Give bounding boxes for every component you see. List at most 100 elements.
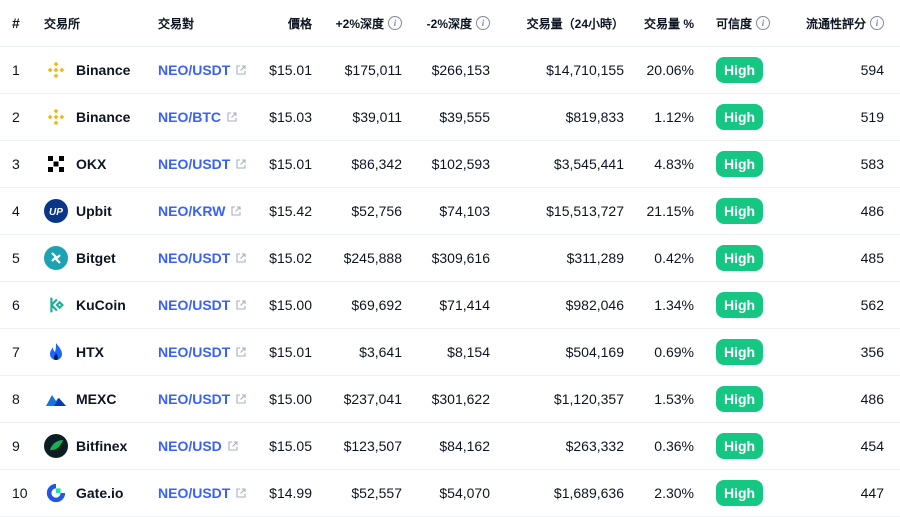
table-row[interactable]: 7 HTX NEO/USDT $15.01 $3,641 $8,154 $504…: [0, 329, 900, 376]
depth-down: $54,070: [439, 485, 490, 501]
table-row[interactable]: 5 Bitget NEO/USDT $15.02 $245,888 $309,6…: [0, 235, 900, 282]
exchange-link[interactable]: OKX: [44, 141, 154, 187]
exchange-link[interactable]: UP Upbit: [44, 188, 154, 234]
exchange-name: Upbit: [76, 203, 112, 219]
confidence: High: [716, 282, 786, 328]
rank: 9: [12, 438, 20, 454]
binance-logo-icon: [44, 105, 68, 129]
table-row[interactable]: 3 OKX NEO/USDT $15.01 $86,342 $102,593 $…: [0, 141, 900, 188]
exchange-link[interactable]: Binance: [44, 94, 154, 140]
info-icon[interactable]: i: [476, 16, 490, 30]
info-icon[interactable]: i: [388, 16, 402, 30]
liquidity-score: 454: [860, 438, 884, 454]
depth-up: $123,507: [343, 438, 402, 454]
pair-link[interactable]: NEO/BTC: [158, 94, 258, 140]
external-link-icon: [225, 206, 241, 216]
header-volume[interactable]: 交易量（24小時）: [498, 0, 624, 46]
volume: $311,289: [566, 250, 624, 266]
liquidity-score: 447: [860, 485, 884, 501]
rank: 2: [12, 109, 20, 125]
confidence-badge: High: [716, 57, 764, 83]
pair-link[interactable]: NEO/USDT: [158, 376, 258, 422]
volume-pct: 4.83%: [654, 156, 694, 172]
bitget-logo-icon: [44, 246, 68, 270]
header-price[interactable]: 價格: [260, 0, 312, 46]
depth-down: $266,153: [431, 62, 490, 78]
table-row[interactable]: 4 UP Upbit NEO/KRW $15.42 $52,756 $74,10…: [0, 188, 900, 235]
external-link-icon: [230, 65, 246, 75]
depth-down: $102,593: [431, 156, 490, 172]
depth-down: $84,162: [439, 438, 490, 454]
price: $15.00: [269, 297, 312, 313]
pair-link[interactable]: NEO/USDT: [158, 470, 258, 516]
volume-pct: 1.53%: [654, 391, 694, 407]
depth-up: $237,041: [343, 391, 402, 407]
confidence-badge: High: [716, 292, 764, 318]
exchange-link[interactable]: KuCoin: [44, 282, 154, 328]
exchange-name: HTX: [76, 344, 104, 360]
exchange-link[interactable]: Gate.io: [44, 470, 154, 516]
table-row[interactable]: 10 Gate.io NEO/USDT $14.99 $52,557 $54,0…: [0, 470, 900, 517]
exchange-link[interactable]: MEXC: [44, 376, 154, 422]
confidence-badge: High: [716, 386, 764, 412]
depth-up: $39,011: [352, 109, 402, 125]
pair-link[interactable]: NEO/USDT: [158, 141, 258, 187]
table-row[interactable]: 8 MEXC NEO/USDT $15.00 $237,041 $301,622…: [0, 376, 900, 423]
price: $15.00: [269, 391, 312, 407]
pair-link[interactable]: NEO/USDT: [158, 47, 258, 93]
pair-label: NEO/USDT: [158, 62, 231, 78]
exchange-name: KuCoin: [76, 297, 126, 313]
volume: $1,689,636: [553, 485, 624, 501]
header-confidence[interactable]: 可信度 i: [716, 0, 786, 46]
price: $15.03: [269, 109, 312, 125]
pair-label: NEO/USDT: [158, 344, 231, 360]
header-pair[interactable]: 交易對: [158, 0, 258, 46]
volume: $15,513,727: [546, 203, 624, 219]
price: $15.02: [269, 250, 312, 266]
table-row[interactable]: 1 Binance NEO/USDT $15.01 $175,011 $266,…: [0, 47, 900, 94]
confidence-badge: High: [716, 151, 764, 177]
pair-link[interactable]: NEO/USDT: [158, 235, 258, 281]
header-exchange[interactable]: 交易所: [44, 0, 154, 46]
info-icon[interactable]: i: [756, 16, 771, 30]
table-row[interactable]: 6 KuCoin NEO/USDT $15.00 $69,692 $71,414…: [0, 282, 900, 329]
volume-pct: 2.30%: [654, 485, 694, 501]
confidence: High: [716, 47, 786, 93]
header-depth-down[interactable]: -2%深度 i: [406, 0, 490, 46]
volume: $504,169: [565, 344, 624, 360]
external-link-icon: [230, 300, 246, 310]
confidence: High: [716, 188, 786, 234]
exchange-link[interactable]: Binance: [44, 47, 154, 93]
pair-link[interactable]: NEO/USDT: [158, 329, 258, 375]
gateio-logo-icon: [44, 481, 68, 505]
header-liquidity-label: 流通性評分: [805, 16, 866, 31]
external-link-icon: [222, 441, 238, 451]
exchange-link[interactable]: Bitget: [44, 235, 154, 281]
htx-logo-icon: [44, 340, 68, 364]
confidence-badge: High: [716, 339, 764, 365]
pair-link[interactable]: NEO/KRW: [158, 188, 258, 234]
exchange-link[interactable]: Bitfinex: [44, 423, 154, 469]
header-depth-up[interactable]: +2%深度 i: [318, 0, 402, 46]
table-row[interactable]: 2 Binance NEO/BTC $15.03 $39,011 $39,555…: [0, 94, 900, 141]
pair-link[interactable]: NEO/USDT: [158, 282, 258, 328]
info-icon[interactable]: i: [870, 16, 884, 30]
external-link-icon: [230, 347, 246, 357]
depth-up: $3,641: [359, 344, 402, 360]
volume-pct: 0.42%: [654, 250, 694, 266]
confidence-badge: High: [716, 104, 764, 130]
pair-label: NEO/USDT: [158, 156, 231, 172]
exchange-link[interactable]: HTX: [44, 329, 154, 375]
confidence: High: [716, 423, 786, 469]
mexc-logo-icon: [44, 387, 68, 411]
table-row[interactable]: 9 Bitfinex NEO/USD $15.05 $123,507 $84,1…: [0, 423, 900, 470]
volume-pct: 21.15%: [646, 203, 694, 219]
header-rank[interactable]: #: [12, 0, 36, 46]
header-depth-up-label: +2%深度: [335, 16, 384, 31]
exchange-name: Bitget: [76, 250, 116, 266]
liquidity-score: 562: [860, 297, 884, 313]
header-liquidity[interactable]: 流通性評分 i: [796, 0, 884, 46]
header-volume-pct[interactable]: 交易量 %: [632, 0, 694, 46]
header-confidence-label: 可信度: [716, 16, 753, 31]
pair-link[interactable]: NEO/USD: [158, 423, 258, 469]
